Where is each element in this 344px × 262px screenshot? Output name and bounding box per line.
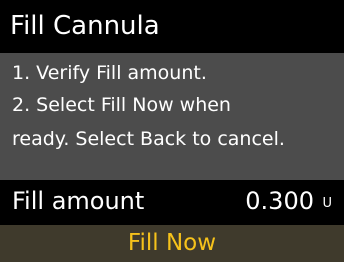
instructions-panel: 1. Verify Fill amount. 2. Select Fill No… xyxy=(0,53,344,175)
fill-amount-label: Fill amount xyxy=(12,187,145,215)
fill-amount-value: 0.300 xyxy=(245,187,314,215)
fill-cannula-screen: Fill Cannula 1. Verify Fill amount. 2. S… xyxy=(0,0,344,262)
fill-now-label: Fill Now xyxy=(127,230,217,256)
page-title: Fill Cannula xyxy=(10,11,160,41)
instruction-line-1: 1. Verify Fill amount. xyxy=(12,62,207,84)
instruction-line-3: ready. Select Back to cancel. xyxy=(12,128,285,150)
title-bar: Fill Cannula xyxy=(0,0,344,53)
instruction-line-2: 2. Select Fill Now when xyxy=(12,94,231,116)
fill-amount-row: Fill amount 0.300 U xyxy=(0,180,344,225)
fill-amount-unit: U xyxy=(322,196,332,211)
fill-now-button[interactable]: Fill Now xyxy=(0,225,344,262)
